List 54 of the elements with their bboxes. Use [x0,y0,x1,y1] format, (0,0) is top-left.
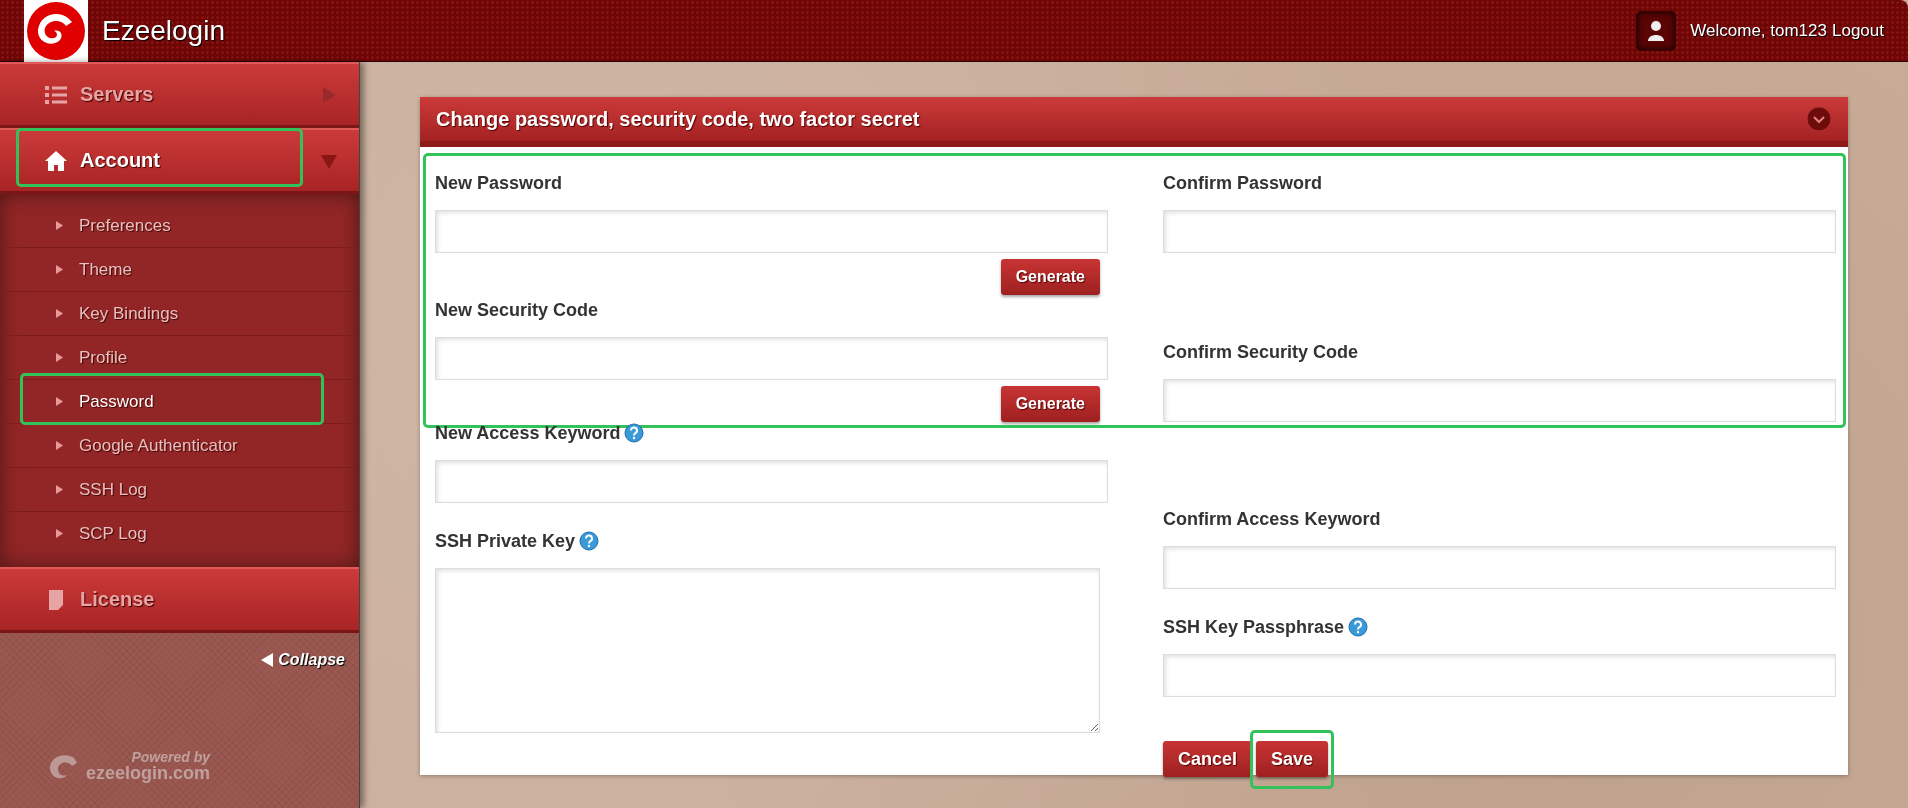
cancel-button[interactable]: Cancel [1163,741,1253,777]
left-triangle-icon [260,652,275,668]
site-name: ezeelogin.com [86,764,211,782]
submenu-item[interactable]: SCP Log [0,512,359,555]
bullet-icon [56,309,63,318]
chevron-down-icon[interactable] [1806,106,1832,132]
bullet-icon [56,353,63,362]
field-label: New Access Keyword [435,422,621,444]
submenu-item[interactable]: Password [0,380,359,423]
help-icon[interactable] [624,423,645,443]
generate-button[interactable]: Generate [1000,259,1100,295]
bullet-icon [56,265,63,274]
input-field[interactable] [1163,654,1836,697]
powered-by-text: Powered by [131,750,211,764]
brand-name: Ezeelogin [102,14,225,47]
panel-title: Change password, security code, two factor secret [436,107,920,131]
input-field[interactable] [435,337,1108,380]
save-button[interactable]: Save [1256,741,1329,777]
sidebar-section[interactable]: Account [0,128,359,194]
submenu-item[interactable]: SSH Log [0,468,359,511]
bullet-icon [56,221,63,230]
input-field[interactable] [435,460,1108,503]
input-field[interactable] [1163,210,1836,253]
logout-link[interactable]: Logout [1832,20,1884,40]
field-label: New Password [435,172,563,194]
input-field[interactable] [1163,379,1836,422]
input-field[interactable] [1163,546,1836,589]
field-label: SSH Private Key [435,530,576,552]
field-label: Confirm Access Keyword [1163,508,1381,530]
welcome-text: Welcome, tom123 [1690,20,1827,40]
user-avatar-icon[interactable] [1636,10,1677,51]
submenu-item[interactable]: Preferences [0,204,359,247]
field-label: New Security Code [435,299,599,321]
generate-button[interactable]: Generate [1000,386,1100,422]
house-icon [44,148,68,173]
collapse-link[interactable]: Collapse [260,651,345,669]
submenu-item[interactable]: Theme [0,248,359,291]
bullet-icon [56,485,63,494]
field-label: Confirm Password [1163,172,1323,194]
help-icon[interactable] [579,531,600,551]
help-icon[interactable] [1348,617,1369,637]
submenu-item[interactable]: Key Bindings [0,292,359,335]
field-label: Confirm Security Code [1163,341,1359,363]
logo-icon [24,0,88,62]
bullet-icon [56,397,63,406]
field-label: SSH Key Passphrase [1163,616,1345,638]
submenu-item[interactable]: Profile [0,336,359,379]
text-area[interactable] [435,568,1100,733]
sidebar-section[interactable]: License [0,567,359,633]
bullet-icon [56,441,63,450]
submenu-item[interactable]: Google Authenticator [0,424,359,467]
bullet-icon [56,529,63,538]
sidebar-section[interactable]: Servers [0,62,359,128]
input-field[interactable] [435,210,1108,253]
